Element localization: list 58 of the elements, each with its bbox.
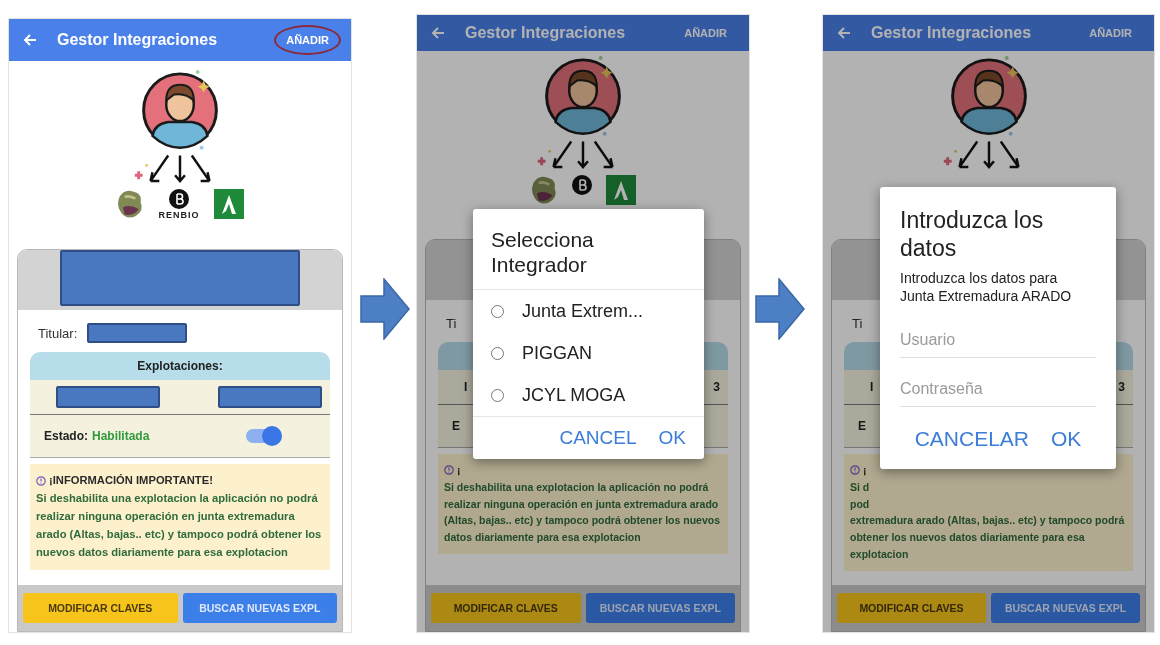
section-header: Explotaciones: <box>30 352 330 380</box>
edit-keys-button[interactable]: MODIFICAR CLAVES <box>837 593 986 623</box>
titular-label: Ti <box>446 315 457 331</box>
info-title: ¡INFORMACIÓN IMPORTANTE! <box>49 473 213 488</box>
circle-logo-icon <box>572 175 592 195</box>
toggle-switch[interactable] <box>246 429 280 443</box>
add-button[interactable]: AÑADIR <box>1077 18 1144 48</box>
dialog-title: Selecciona Integrador <box>473 209 704 291</box>
info-text: Si deshabilita una explotacion la aplicación no podrá realizar ninguna operación en junta extremadura arado (Altas, bajas.. etc) y tampoco podrá obtener los nuevos datos diariamente para esa explotacion <box>444 479 721 546</box>
app-bar-title: Gestor Integraciones <box>871 24 1033 42</box>
dialog-title: Introduzca los datos <box>899 206 1045 263</box>
info-text: Si deshabilita una explotacion la aplicación no podrá realizar ninguna operación en junta extremadura arado (Altas, bajas.. etc) y tampoco podrá obtener los nuevos datos diariamente para esa explotacion <box>36 490 323 560</box>
table-cell: I <box>464 380 468 394</box>
right-arrow-icon <box>755 278 805 340</box>
info-text: pod <box>850 496 871 512</box>
plant-logo-icon <box>530 175 558 205</box>
estado-label: Estado: <box>44 429 88 443</box>
info-text: Si d <box>850 479 871 495</box>
titular-label: Titular: <box>38 325 78 341</box>
dialog-button[interactable]: CANCEL <box>559 425 637 452</box>
dialog-button[interactable]: CANCELAR <box>914 425 1029 454</box>
back-icon[interactable] <box>431 26 445 40</box>
estado-value: Habilitada <box>92 429 151 443</box>
table-cell: I <box>870 380 874 394</box>
back-icon[interactable] <box>23 33 37 47</box>
info-icon <box>850 465 860 476</box>
dialog-message: Introduzca los datos para Junta Extremadura ARADO <box>899 270 1073 306</box>
estado-label: E <box>452 419 460 433</box>
circle-logo-icon <box>169 189 189 209</box>
right-arrow-icon <box>360 278 410 340</box>
search-button[interactable]: BUSCAR NUEVAS EXPL <box>585 593 735 623</box>
table-cell: 3 <box>1118 380 1125 394</box>
add-button[interactable]: AÑADIR <box>274 25 341 55</box>
edit-keys-button[interactable]: MODIFICAR CLAVES <box>23 593 178 623</box>
edit-keys-button[interactable]: MODIFICAR CLAVES <box>431 593 581 623</box>
radio-option[interactable]: JCYL MOGA <box>473 374 704 417</box>
info-title: ¡ <box>457 463 461 478</box>
radio-option[interactable]: PIGGAN <box>473 332 704 375</box>
info-icon <box>444 465 454 476</box>
search-button[interactable]: BUSCAR NUEVAS EXPL <box>991 593 1140 623</box>
info-text: extremadura arado (Altas, bajas.. etc) y tampoco podrá obtener los nuevos datos diariamente para esa explotacion <box>850 513 1126 562</box>
info-icon <box>36 475 46 486</box>
dialog-button[interactable]: OK <box>1051 425 1082 454</box>
estado-label: E <box>858 419 866 433</box>
dialog-button[interactable]: OK <box>658 425 686 452</box>
search-button[interactable]: BUSCAR NUEVAS EXPL <box>182 593 337 623</box>
logo-caption: RENBIO <box>158 210 200 220</box>
table-cell: 3 <box>713 380 720 394</box>
square-logo-icon <box>213 189 244 219</box>
back-icon[interactable] <box>837 26 851 40</box>
square-logo-icon <box>606 175 636 205</box>
app-bar-title: Gestor Integraciones <box>57 31 219 49</box>
titular-label: Ti <box>852 315 863 331</box>
app-bar-title: Gestor Integraciones <box>465 24 627 42</box>
info-title: ¡ <box>863 463 867 478</box>
plant-logo-icon <box>116 189 145 219</box>
add-button[interactable]: AÑADIR <box>672 18 739 48</box>
radio-option[interactable]: Junta Extrem... <box>473 290 704 333</box>
